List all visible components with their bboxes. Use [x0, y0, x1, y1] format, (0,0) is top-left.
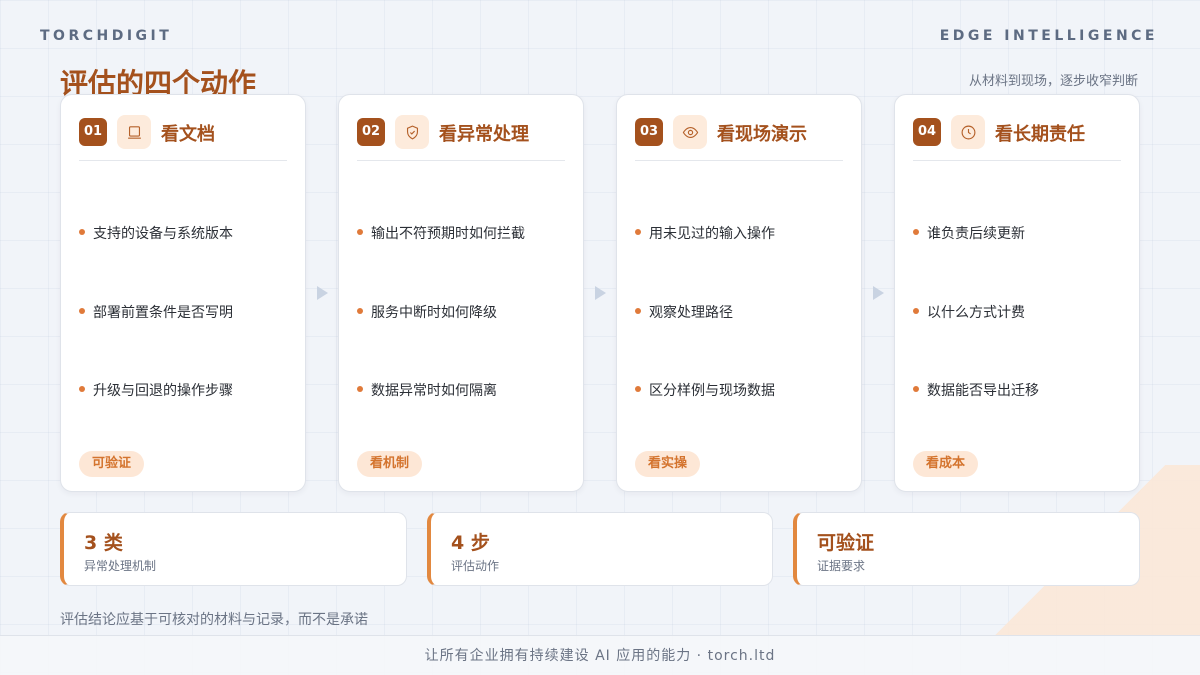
card-header: 02 看异常处理 — [357, 113, 565, 161]
page-footer: 让所有企业拥有持续建设 AI 应用的能力 · torch.ltd — [0, 635, 1200, 675]
list-item: 输出不符预期时如何拦截 — [357, 223, 525, 243]
brand-tagline: EDGE INTELLIGENCE — [939, 28, 1158, 44]
footnote: 评估结论应基于可核对的材料与记录，而不是承诺 — [60, 612, 368, 628]
step-number-badge: 02 — [357, 118, 385, 146]
stat-value: 4 步 — [451, 532, 490, 554]
eye-icon — [673, 115, 707, 149]
list-item: 升级与回退的操作步骤 — [79, 380, 233, 400]
card-documents: 01 看文档 支持的设备与系统版本 部署前置条件是否写明 升级与回退的操作步骤 … — [60, 94, 306, 492]
card-long-term-responsibility: 04 看长期责任 谁负责后续更新 以什么方式计费 数据能否导出迁移 看成本 — [894, 94, 1140, 492]
card-header: 01 看文档 — [79, 113, 287, 161]
card-title: 看文档 — [161, 124, 215, 145]
clock-icon — [951, 115, 985, 149]
card-tag: 看成本 — [913, 451, 979, 477]
list-item: 用未见过的输入操作 — [635, 223, 775, 243]
step-number-badge: 03 — [635, 118, 663, 146]
page-subtitle: 从材料到现场，逐步收窄判断 — [968, 74, 1138, 89]
card-tag: 可验证 — [79, 451, 145, 477]
stat-label: 证据要求 — [817, 559, 866, 573]
arrow-right-icon — [595, 286, 606, 300]
list-item: 支持的设备与系统版本 — [79, 223, 233, 243]
stat-card-evaluation-steps: 4 步 评估动作 — [427, 512, 773, 586]
card-live-demo: 03 看现场演示 用未见过的输入操作 观察处理路径 区分样例与现场数据 看实操 — [616, 94, 862, 492]
list-item: 数据能否导出迁移 — [913, 380, 1039, 400]
arrow-right-icon — [317, 286, 328, 300]
list-item: 区分样例与现场数据 — [635, 380, 775, 400]
step-number-badge: 04 — [913, 118, 941, 146]
stat-value: 3 类 — [84, 532, 123, 554]
brand-logo-text: TORCHDIGIT — [40, 28, 173, 44]
stat-label: 评估动作 — [451, 559, 500, 573]
step-number-badge: 01 — [79, 118, 107, 146]
card-tag: 看机制 — [357, 451, 423, 477]
action-cards: 01 看文档 支持的设备与系统版本 部署前置条件是否写明 升级与回退的操作步骤 … — [60, 94, 1140, 492]
card-tag: 看实操 — [635, 451, 701, 477]
card-title: 看长期责任 — [995, 124, 1085, 145]
shield-check-icon — [395, 115, 429, 149]
card-header: 03 看现场演示 — [635, 113, 843, 161]
card-title: 看现场演示 — [717, 124, 807, 145]
stat-card-evidence-requirement: 可验证 证据要求 — [793, 512, 1140, 586]
list-item: 服务中断时如何降级 — [357, 302, 497, 322]
card-exception-handling: 02 看异常处理 输出不符预期时如何拦截 服务中断时如何降级 数据异常时如何隔离… — [338, 94, 584, 492]
stat-label: 异常处理机制 — [84, 559, 157, 573]
card-header: 04 看长期责任 — [913, 113, 1121, 161]
card-title: 看异常处理 — [439, 124, 529, 145]
list-item: 数据异常时如何隔离 — [357, 380, 497, 400]
stat-value: 可验证 — [817, 532, 875, 554]
document-icon — [117, 115, 151, 149]
arrow-right-icon — [873, 286, 884, 300]
stat-card-exception-types: 3 类 异常处理机制 — [60, 512, 407, 586]
list-item: 以什么方式计费 — [913, 302, 1025, 322]
list-item: 部署前置条件是否写明 — [79, 302, 233, 322]
list-item: 谁负责后续更新 — [913, 223, 1025, 243]
list-item: 观察处理路径 — [635, 302, 733, 322]
